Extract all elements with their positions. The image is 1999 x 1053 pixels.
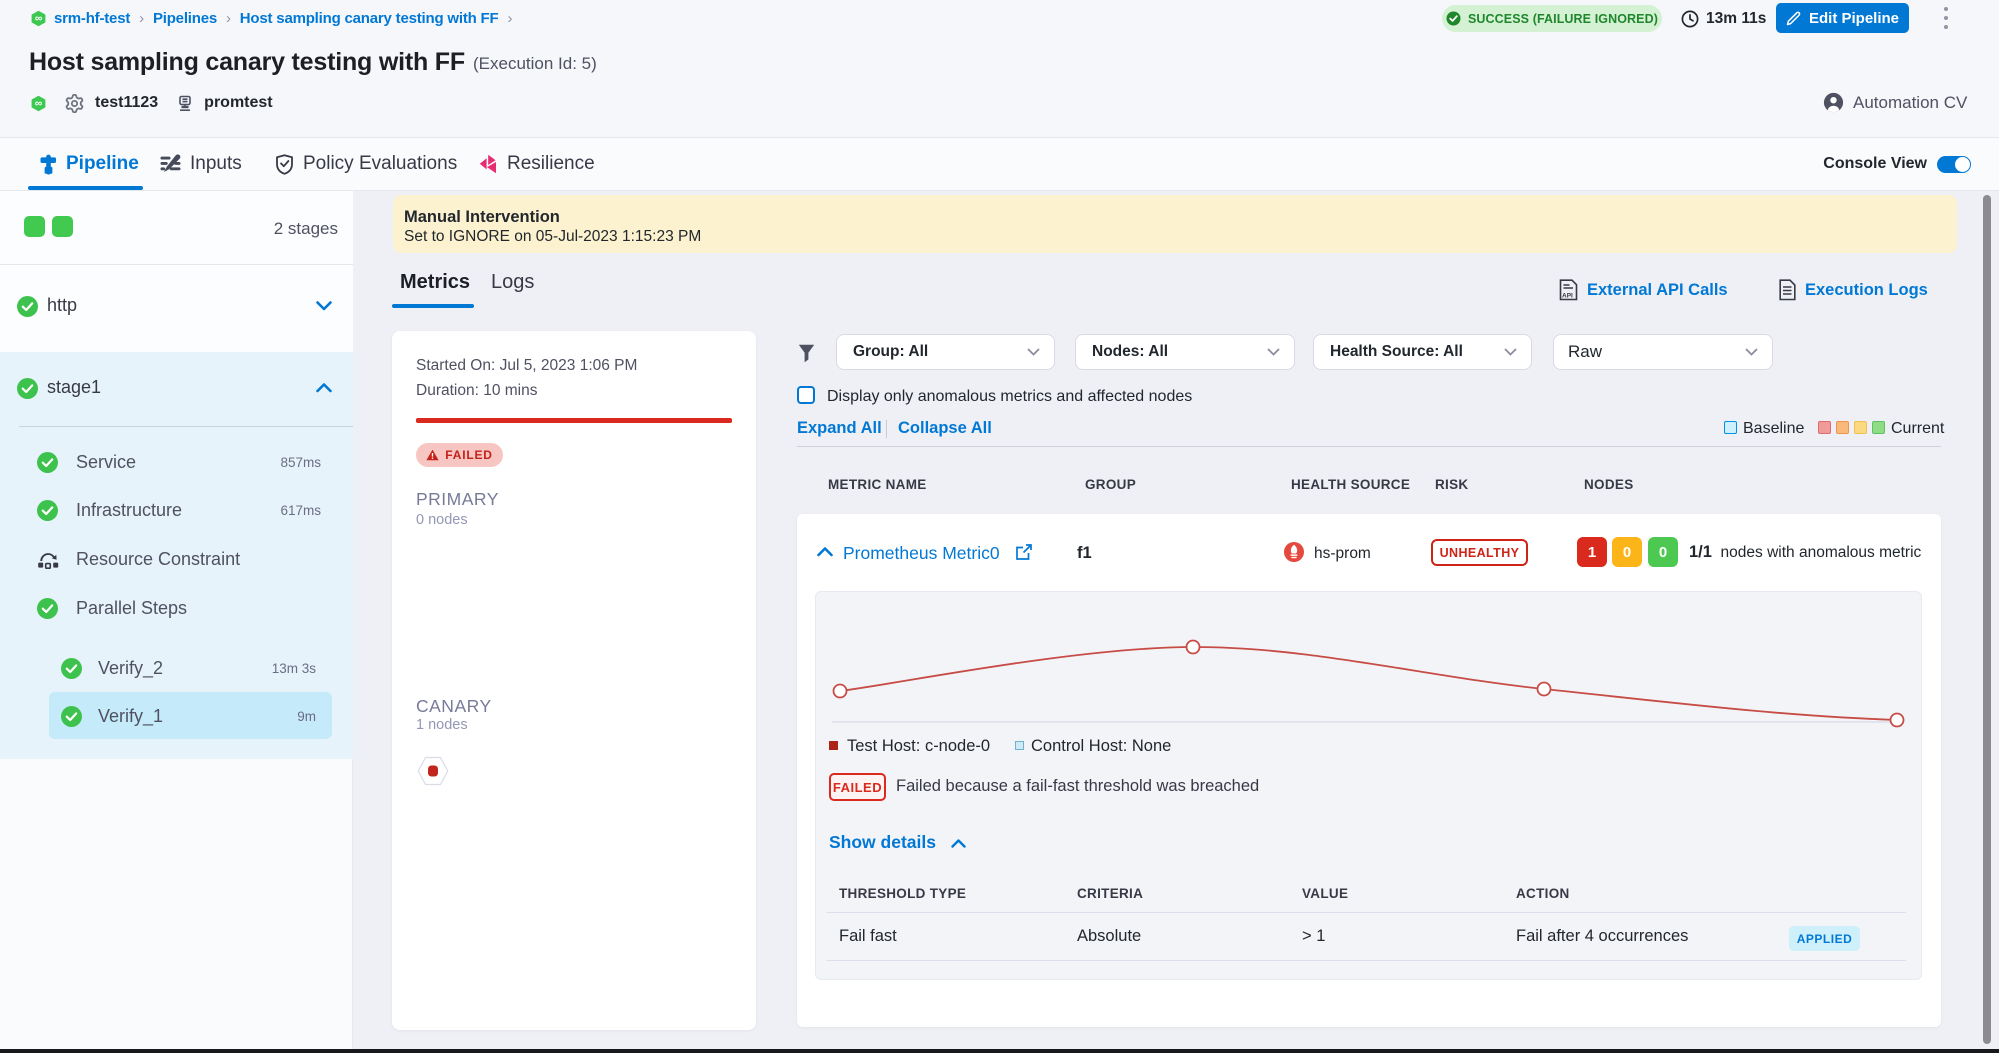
svg-text:∞: ∞: [35, 97, 43, 109]
svg-text:API: API: [1562, 293, 1573, 300]
svg-text:∞: ∞: [35, 12, 43, 24]
